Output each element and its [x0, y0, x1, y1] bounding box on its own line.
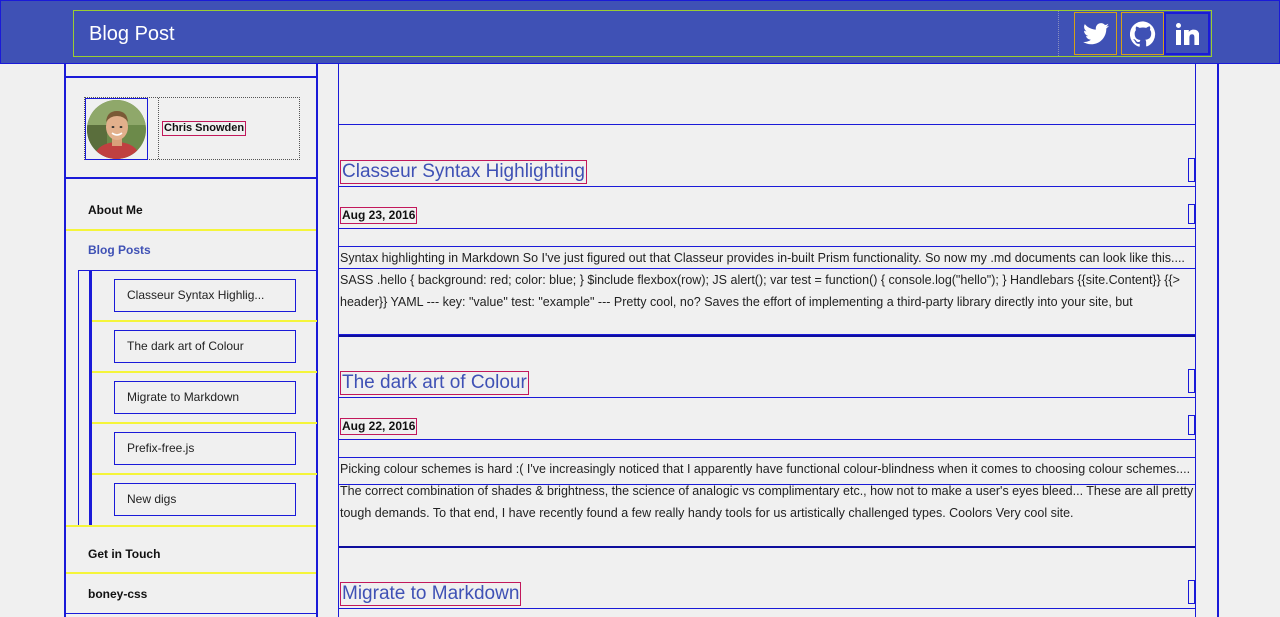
twitter-icon	[1082, 22, 1109, 45]
line-divider	[339, 484, 1195, 485]
post-divider	[339, 546, 1195, 548]
nav-item-get-in-touch[interactable]: Get in Touch	[66, 534, 316, 574]
sidebar-divider	[66, 177, 316, 179]
post-side-tab	[1188, 580, 1195, 604]
nav-divider	[66, 613, 316, 614]
post-divider	[339, 397, 1195, 398]
nav-divider	[66, 525, 316, 527]
page-title: Blog Post	[89, 23, 175, 45]
post-divider	[339, 228, 1195, 229]
post-side-tab	[1188, 415, 1195, 435]
submenu-item[interactable]: Migrate to Markdown	[114, 381, 296, 414]
avatar-frame	[85, 98, 148, 160]
post-title[interactable]: Migrate to Markdown	[340, 582, 522, 606]
github-link[interactable]	[1121, 12, 1164, 55]
post-side-tab	[1188, 204, 1195, 224]
post-divider	[339, 335, 1195, 337]
header-container: Blog Post	[73, 10, 1212, 57]
post-side-tab	[1188, 158, 1195, 182]
submenu-divider	[92, 320, 317, 322]
content-border	[1217, 64, 1219, 617]
post-excerpt: Picking colour schemes is hard :( I've i…	[340, 462, 1194, 520]
post-date: Aug 23, 2016	[340, 207, 418, 224]
blog-posts-submenu: Classeur Syntax Highlig... The dark art …	[78, 270, 317, 526]
linkedin-icon	[1175, 22, 1199, 46]
post-divider	[339, 439, 1195, 440]
github-icon	[1129, 20, 1156, 47]
submenu-divider	[92, 473, 317, 475]
twitter-link[interactable]	[1074, 12, 1117, 55]
app-header: Blog Post	[0, 0, 1280, 64]
sidebar: Chris Snowden About Me Blog Posts Classe…	[64, 64, 318, 617]
line-divider	[339, 268, 1195, 269]
profile-separator	[158, 98, 159, 159]
post-divider	[339, 186, 1195, 187]
main-content: Classeur Syntax Highlighting Aug 23, 201…	[338, 64, 1196, 617]
submenu-item[interactable]: The dark art of Colour	[114, 330, 296, 363]
linkedin-link[interactable]	[1164, 12, 1210, 55]
submenu-item[interactable]: Prefix-free.js	[114, 432, 296, 465]
submenu-bar	[89, 271, 92, 526]
post-excerpt: Syntax highlighting in Markdown So I've …	[340, 251, 1185, 309]
profile-name[interactable]: Chris Snowden	[162, 121, 247, 136]
sidebar-divider	[66, 76, 316, 78]
submenu-divider	[92, 422, 317, 424]
nav-item-about-me[interactable]: About Me	[66, 190, 316, 230]
header-divider	[1058, 11, 1059, 56]
nav-item-blog-posts[interactable]: Blog Posts	[66, 230, 316, 270]
submenu-item[interactable]: Classeur Syntax Highlig...	[114, 279, 296, 312]
nav-item-boney-css[interactable]: boney-css	[66, 574, 316, 614]
post-date: Aug 22, 2016	[340, 418, 418, 435]
post-title[interactable]: The dark art of Colour	[340, 371, 529, 395]
post-title[interactable]: Classeur Syntax Highlighting	[340, 160, 587, 184]
post-side-tab	[1188, 369, 1195, 393]
profile-card: Chris Snowden	[84, 97, 300, 160]
post-divider	[339, 608, 1195, 609]
submenu-divider	[92, 371, 317, 373]
section-divider	[339, 124, 1195, 125]
avatar	[87, 100, 146, 159]
submenu-item[interactable]: New digs	[114, 483, 296, 516]
